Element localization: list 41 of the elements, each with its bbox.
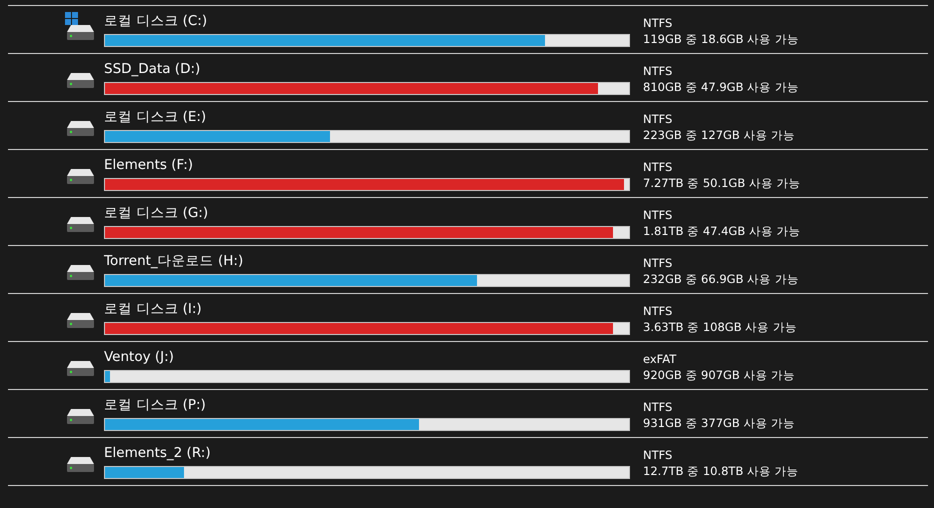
hard-drive-icon — [66, 120, 95, 136]
drive-name: 로컬 디스크 (P:) — [104, 396, 207, 415]
free-space: 920GB 중 907GB 사용 가능 — [643, 367, 796, 383]
file-system: NTFS — [643, 63, 674, 79]
drive-name: 로컬 디스크 (G:) — [104, 204, 210, 223]
drive-name: Elements_2 (R:) — [104, 444, 212, 463]
free-space: 931GB 중 377GB 사용 가능 — [643, 415, 796, 431]
hard-drive-icon — [66, 216, 95, 232]
hard-drive-icon — [66, 456, 95, 472]
file-system: NTFS — [643, 303, 674, 319]
hard-drive-icon — [66, 408, 95, 424]
file-system: NTFS — [643, 447, 674, 463]
free-space: 12.7TB 중 10.8TB 사용 가능 — [643, 463, 800, 479]
drive-name: 로컬 디스크 (E:) — [104, 108, 208, 127]
drive-name: Ventoy (J:) — [104, 348, 175, 367]
file-system: NTFS — [643, 15, 674, 31]
hard-drive-icon — [66, 312, 95, 328]
windows-logo-icon — [65, 12, 78, 25]
file-system: NTFS — [643, 399, 674, 415]
file-system: NTFS — [643, 207, 674, 223]
drive-name: Torrent_다운로드 (H:) — [104, 252, 244, 271]
hard-drive-icon — [66, 24, 95, 40]
hard-drive-icon — [66, 168, 95, 184]
file-system: NTFS — [643, 111, 674, 127]
drive-name: SSD_Data (D:) — [104, 60, 202, 79]
free-space: 223GB 중 127GB 사용 가능 — [643, 127, 796, 143]
hard-drive-icon — [66, 360, 95, 376]
free-space: 7.27TB 중 50.1GB 사용 가능 — [643, 175, 802, 191]
free-space: 232GB 중 66.9GB 사용 가능 — [643, 271, 800, 287]
hard-drive-icon — [66, 72, 95, 88]
free-space: 119GB 중 18.6GB 사용 가능 — [643, 31, 800, 47]
drive-name: 로컬 디스크 (I:) — [104, 300, 203, 319]
free-space: 1.81TB 중 47.4GB 사용 가능 — [643, 223, 802, 239]
drive-name: 로컬 디스크 (C:) — [104, 12, 208, 31]
file-system: NTFS — [643, 159, 674, 175]
free-space: 810GB 중 47.9GB 사용 가능 — [643, 79, 800, 95]
hard-drive-icon — [66, 264, 95, 280]
file-system: NTFS — [643, 255, 674, 271]
file-system: exFAT — [643, 351, 678, 367]
free-space: 3.63TB 중 108GB 사용 가능 — [643, 319, 798, 335]
drive-name: Elements (F:) — [104, 156, 194, 175]
